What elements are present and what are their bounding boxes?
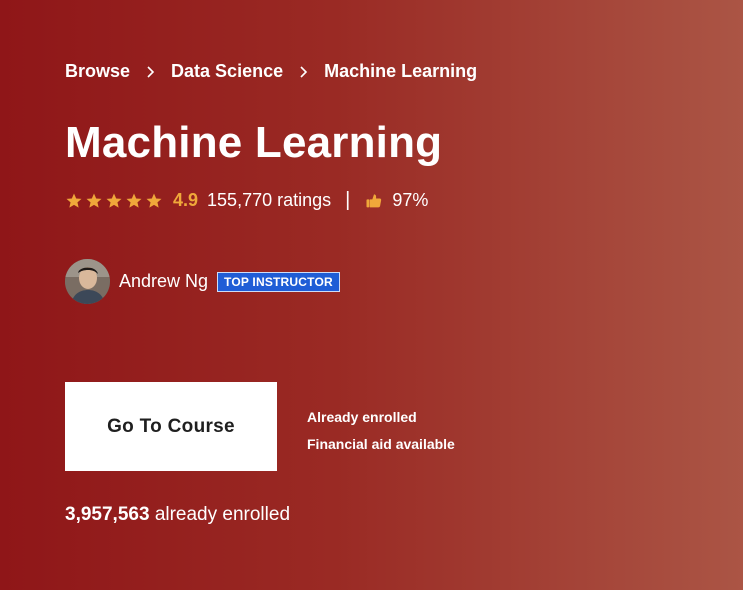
instructor-photo — [65, 259, 110, 304]
star-icon — [106, 193, 122, 208]
go-to-course-button[interactable]: Go To Course — [65, 382, 277, 471]
enrolled-suffix: already enrolled — [154, 504, 291, 525]
star-icon — [66, 193, 82, 208]
enrollment-count: 3,957,563 already enrolled — [65, 504, 290, 526]
chevron-right-icon — [147, 65, 155, 78]
star-icon — [126, 193, 142, 208]
top-instructor-badge: TOP INSTRUCTOR — [217, 271, 340, 292]
like-percentage: 97% — [392, 190, 429, 210]
star-rating — [65, 192, 163, 210]
avatar[interactable] — [65, 259, 110, 304]
ratings-count: 155,770 ratings — [207, 190, 332, 210]
financial-aid-note: Financial aid available — [307, 436, 455, 452]
enrollment-notes: Already enrolled Financial aid available — [307, 404, 455, 458]
rating-divider: | — [345, 189, 351, 211]
chevron-right-icon — [300, 65, 308, 78]
breadcrumb-machine-learning[interactable]: Machine Learning — [324, 61, 477, 82]
enrolled-number: 3,957,563 — [65, 504, 150, 525]
breadcrumb-data-science[interactable]: Data Science — [171, 61, 283, 82]
rating-value: 4.9 — [173, 190, 199, 210]
instructor: Andrew Ng TOP INSTRUCTOR — [65, 259, 340, 304]
breadcrumb: Browse Data Science Machine Learning — [65, 61, 477, 82]
star-icon — [86, 193, 102, 208]
instructor-name[interactable]: Andrew Ng — [119, 271, 208, 292]
breadcrumb-browse[interactable]: Browse — [65, 61, 130, 82]
course-title: Machine Learning — [65, 118, 443, 167]
already-enrolled-note: Already enrolled — [307, 409, 417, 425]
star-icon — [146, 193, 162, 208]
thumbs-up-icon — [366, 193, 382, 207]
rating-row: 4.9 155,770 ratings | 97% — [65, 189, 428, 212]
